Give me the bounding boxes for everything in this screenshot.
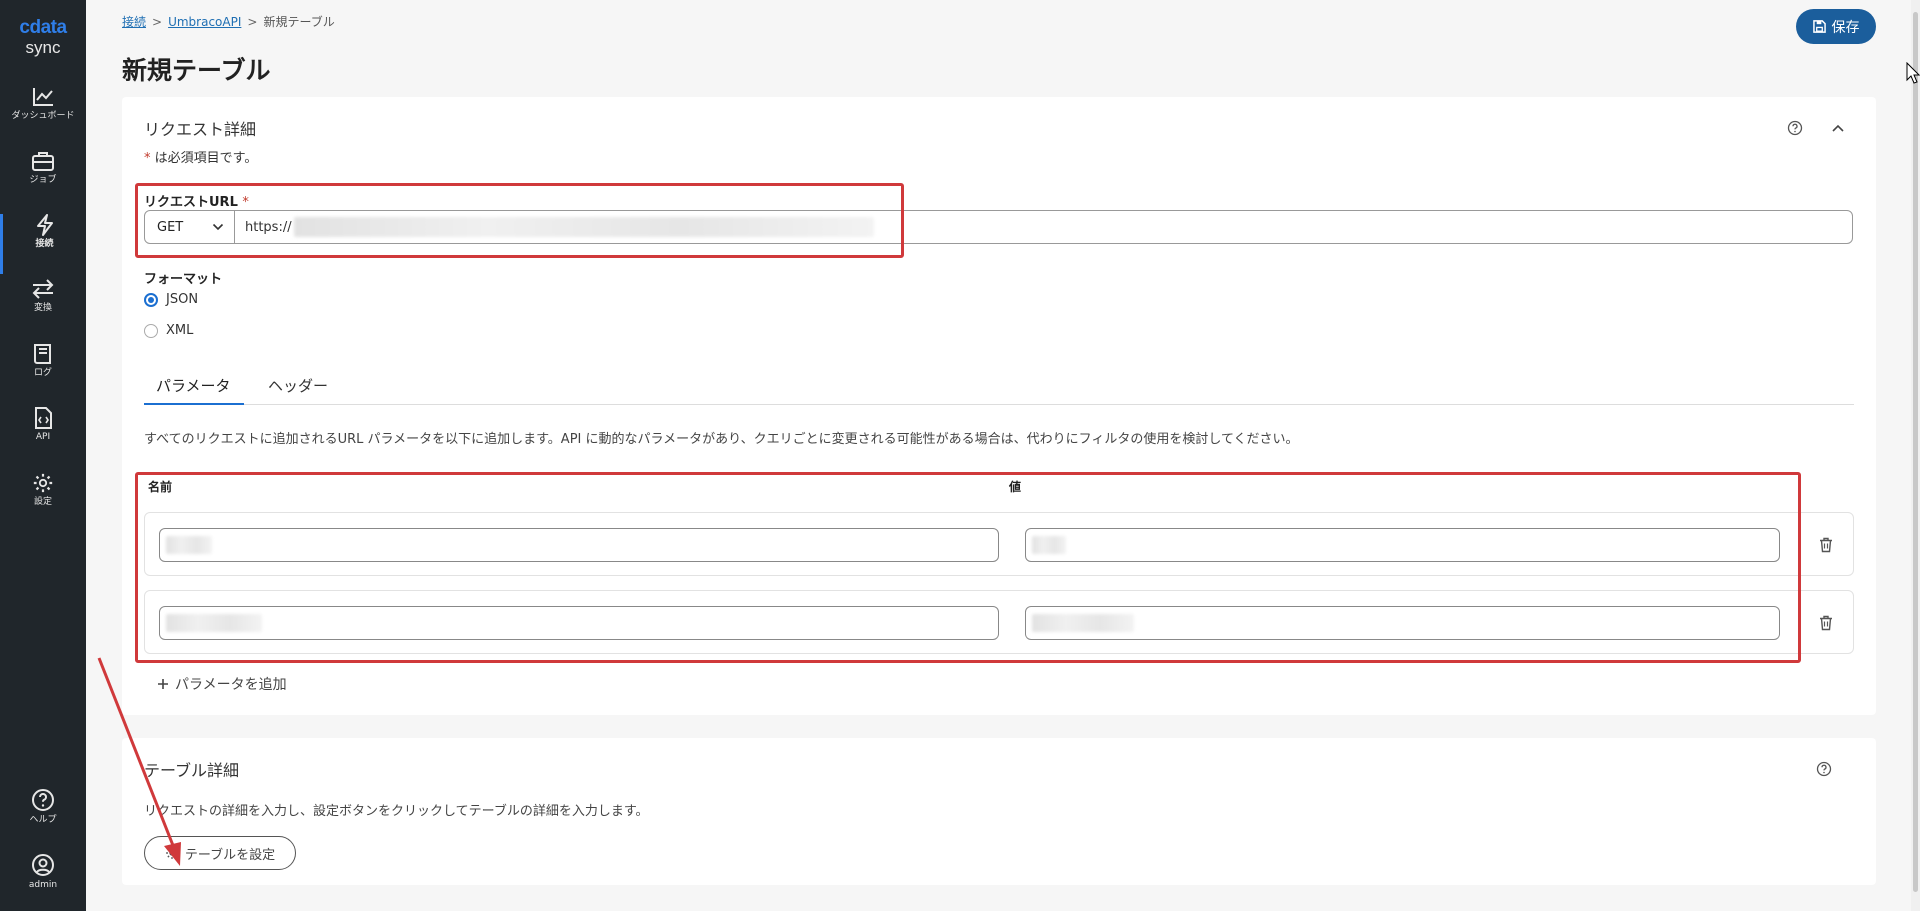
code-file-icon [35, 407, 52, 429]
sidebar-item-label: ログ [33, 368, 52, 378]
sidebar-item-label: admin [28, 880, 58, 890]
app-logo[interactable]: cdata sync [0, 18, 86, 58]
sidebar-item-dashboard[interactable]: ダッシュボード [0, 86, 86, 146]
parameter-row [144, 590, 1854, 654]
request-url-input[interactable]: https:// [235, 211, 1852, 243]
breadcrumb-separator: > [152, 15, 163, 29]
sidebar-item-help[interactable]: ヘルプ [0, 788, 86, 848]
logo-cdata: cdata [19, 17, 67, 38]
chevron-up-icon[interactable] [1828, 118, 1848, 138]
table-details-description: リクエストの詳細を入力し、設定ボタンをクリックしてテーブルの詳細を入力します。 [144, 804, 649, 819]
briefcase-icon [32, 152, 54, 171]
redacted-value [166, 536, 212, 554]
redacted-value [1032, 614, 1134, 632]
parameter-row [144, 512, 1854, 576]
breadcrumb-link-umbracoapi[interactable]: UmbracoAPI [168, 15, 241, 29]
sidebar-item-label: 設定 [33, 497, 52, 507]
mouse-cursor-icon [1906, 62, 1920, 84]
lightning-icon [36, 214, 53, 236]
sidebar-item-settings[interactable]: 設定 [0, 472, 86, 532]
floppy-disk-icon [1812, 20, 1826, 33]
sidebar-item-admin[interactable]: admin [0, 853, 86, 911]
parameter-value-input[interactable] [1025, 606, 1780, 640]
format-option-label: JSON [166, 292, 199, 307]
request-tabs: パラメータ ヘッダー [144, 365, 1854, 405]
parameter-name-input[interactable] [159, 528, 999, 562]
chart-line-icon [33, 88, 53, 106]
format-option-label: XML [166, 323, 194, 338]
breadcrumb-current: 新規テーブル [263, 15, 335, 29]
request-details-card: リクエスト詳細 * は必須項目です。 リクエストURL * GET https:… [122, 97, 1876, 715]
breadcrumb-link-connections[interactable]: 接続 [122, 15, 146, 29]
save-button[interactable]: 保存 [1796, 9, 1876, 44]
configure-table-button[interactable]: テーブルを設定 [144, 836, 296, 870]
required-note: * は必須項目です。 [144, 151, 258, 166]
parameters-description: すべてのリクエストに追加されるURL パラメータを以下に追加します。API に動… [144, 432, 1299, 447]
parameter-value-input[interactable] [1025, 528, 1780, 562]
scrollbar-thumb[interactable] [1913, 12, 1918, 892]
redacted-url [293, 217, 874, 237]
help-circle-icon [32, 789, 54, 811]
request-url-label: リクエストURL * [144, 195, 249, 210]
book-icon [34, 344, 51, 364]
page-scrollbar[interactable] [1911, 0, 1920, 911]
tab-parameters[interactable]: パラメータ [144, 365, 244, 405]
request-details-title: リクエスト詳細 [144, 120, 257, 139]
page-title: 新規テーブル [122, 56, 271, 85]
help-icon[interactable] [1814, 759, 1834, 779]
help-icon[interactable] [1785, 118, 1805, 138]
add-parameter-button[interactable]: パラメータを追加 [157, 674, 287, 694]
sidebar-item-label: ヘルプ [29, 815, 57, 825]
breadcrumb: 接続 > UmbracoAPI > 新規テーブル [122, 13, 335, 30]
sidebar-item-jobs[interactable]: ジョブ [0, 150, 86, 210]
sidebar-item-api[interactable]: API [0, 407, 86, 467]
redacted-value [166, 614, 262, 632]
method-select[interactable]: GET [145, 211, 235, 243]
table-details-title: テーブル詳細 [144, 761, 240, 780]
format-option-xml[interactable]: XML [144, 323, 193, 338]
sidebar-item-label: ダッシュボード [11, 111, 75, 121]
logo-sync: sync [25, 38, 61, 57]
breadcrumb-separator: > [247, 15, 258, 29]
radio-unselected[interactable] [144, 323, 158, 338]
format-option-json[interactable]: JSON [144, 292, 198, 307]
request-url-row: GET https:// [144, 210, 1853, 244]
required-star: * [242, 195, 249, 210]
add-parameter-label: パラメータを追加 [175, 677, 287, 693]
configure-table-label: テーブルを設定 [184, 847, 276, 863]
table-details-card: テーブル詳細 リクエストの詳細を入力し、設定ボタンをクリックしてテーブルの詳細を… [122, 738, 1876, 885]
column-header-value: 値 [1009, 480, 1022, 494]
user-icon [32, 854, 54, 876]
chevron-down-icon [212, 223, 224, 231]
trash-icon[interactable] [1817, 613, 1835, 633]
sidebar-item-label: ジョブ [29, 175, 57, 185]
tab-headers[interactable]: ヘッダー [256, 365, 340, 405]
column-header-name: 名前 [148, 480, 173, 494]
save-button-label: 保存 [1831, 19, 1860, 36]
sidebar: cdata sync ダッシュボード ジョブ 接続 変換 ログ API 設定 ヘ… [0, 0, 86, 911]
method-value: GET [157, 219, 184, 235]
sidebar-item-connections[interactable]: 接続 [0, 214, 86, 274]
gear-icon [166, 847, 178, 859]
parameter-name-input[interactable] [159, 606, 999, 640]
trash-icon[interactable] [1817, 535, 1835, 555]
plus-icon [158, 679, 168, 689]
gear-icon [33, 473, 53, 493]
sidebar-item-label: 変換 [33, 303, 52, 313]
url-prefix: https:// [245, 219, 292, 235]
sidebar-item-label: API [35, 432, 51, 442]
sidebar-item-transforms[interactable]: 変換 [0, 278, 86, 338]
arrows-exchange-icon [32, 279, 54, 299]
radio-selected[interactable] [144, 292, 158, 307]
sidebar-item-label: 接続 [35, 239, 54, 249]
redacted-value [1032, 536, 1066, 554]
format-label: フォーマット [144, 272, 223, 287]
sidebar-item-logs[interactable]: ログ [0, 343, 86, 403]
